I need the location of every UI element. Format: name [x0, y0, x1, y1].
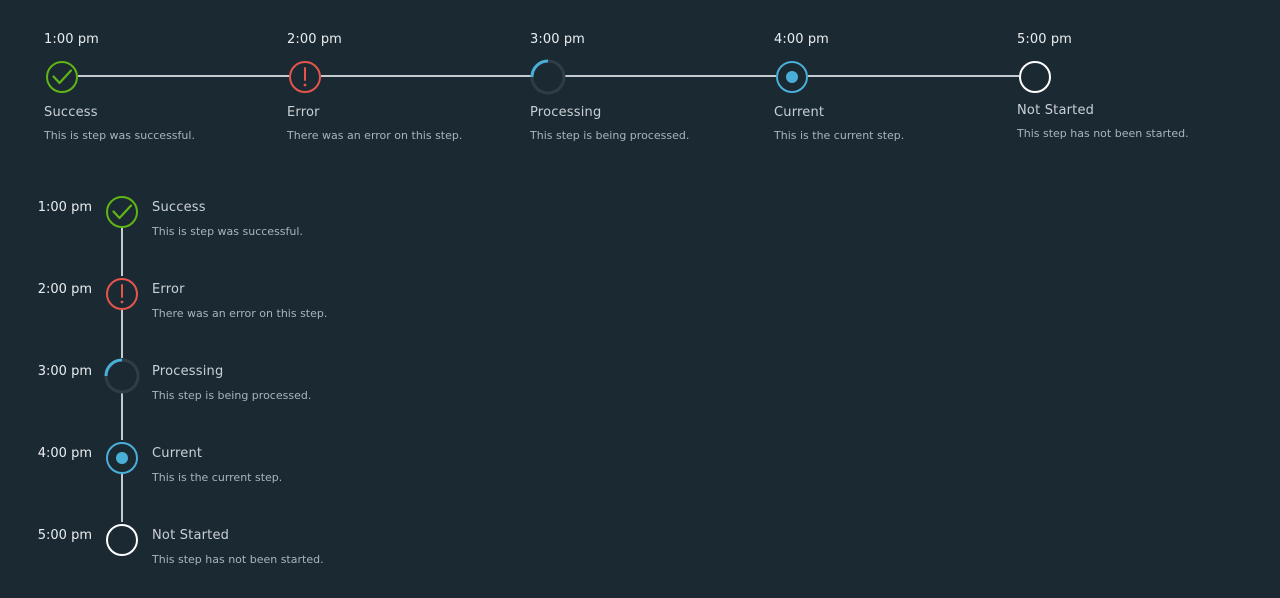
timeline-step-not-started: 5:00 pm Not Started This step has not be…	[0, 510, 520, 580]
step-time: 3:00 pm	[530, 32, 585, 47]
step-time: 2:00 pm	[287, 32, 342, 47]
step-title: Error	[152, 282, 185, 297]
timeline-connector	[808, 75, 1019, 77]
exclamation-circle-icon	[287, 59, 323, 95]
step-description: There was an error on this step.	[152, 307, 328, 320]
step-title: Success	[44, 105, 98, 120]
timeline-step-processing: 3:00 pm Processing This step is being pr…	[0, 346, 520, 416]
step-description: This step has not been started.	[152, 553, 324, 566]
dot-circle-icon	[104, 440, 140, 476]
timeline-step-success: 1:00 pm Success This is step was success…	[0, 182, 520, 252]
vertical-timeline: 1:00 pm Success This is step was success…	[0, 180, 600, 580]
step-title: Current	[774, 105, 825, 120]
step-title: Not Started	[152, 528, 230, 543]
step-time: 2:00 pm	[37, 282, 92, 297]
circle-icon	[104, 522, 140, 558]
horizontal-timeline: 1:00 pm Success This is step was success…	[0, 0, 1280, 160]
circle-icon	[1017, 59, 1053, 95]
step-title: Success	[152, 200, 206, 215]
step-time: 5:00 pm	[37, 528, 92, 543]
step-description: This is step was successful.	[44, 129, 195, 142]
step-description: This step has not been started.	[1017, 127, 1189, 140]
spinner-icon	[530, 59, 566, 95]
step-description: This step is being processed.	[152, 389, 312, 402]
step-description: This step is being processed.	[530, 129, 690, 142]
timeline-connector	[78, 75, 289, 77]
timeline-connector	[321, 75, 532, 77]
step-description: This is the current step.	[774, 129, 905, 142]
step-title: Not Started	[1017, 103, 1095, 118]
exclamation-circle-icon	[104, 276, 140, 312]
check-circle-icon	[44, 59, 80, 95]
step-time: 5:00 pm	[1017, 32, 1072, 47]
timeline-step-not-started: 5:00 pm Not Started This step has not be…	[1017, 32, 1237, 140]
step-description: This is step was successful.	[152, 225, 303, 238]
step-description: This is the current step.	[152, 471, 283, 484]
step-time: 3:00 pm	[37, 364, 92, 379]
step-title: Error	[287, 105, 320, 120]
step-title: Current	[152, 446, 203, 461]
step-title: Processing	[530, 105, 602, 120]
check-circle-icon	[104, 194, 140, 230]
timeline-connector	[564, 75, 776, 77]
step-description: There was an error on this step.	[287, 129, 463, 142]
timeline-step-current: 4:00 pm Current This is the current step…	[774, 32, 994, 142]
timeline-step-success: 1:00 pm Success This is step was success…	[44, 32, 264, 142]
step-time: 1:00 pm	[37, 200, 92, 215]
timeline-step-error: 2:00 pm Error There was an error on this…	[287, 32, 507, 142]
step-title: Processing	[152, 364, 224, 379]
timeline-step-processing: 3:00 pm Processing This step is being pr…	[530, 32, 750, 142]
timeline-step-error: 2:00 pm Error There was an error on this…	[0, 264, 520, 334]
timeline-step-current: 4:00 pm Current This is the current step…	[0, 428, 520, 498]
timeline-demo-page: 1:00 pm Success This is step was success…	[0, 0, 1280, 598]
dot-circle-icon	[774, 59, 810, 95]
step-time: 4:00 pm	[37, 446, 92, 461]
step-time: 1:00 pm	[44, 32, 99, 47]
step-time: 4:00 pm	[774, 32, 829, 47]
spinner-icon	[104, 358, 140, 394]
